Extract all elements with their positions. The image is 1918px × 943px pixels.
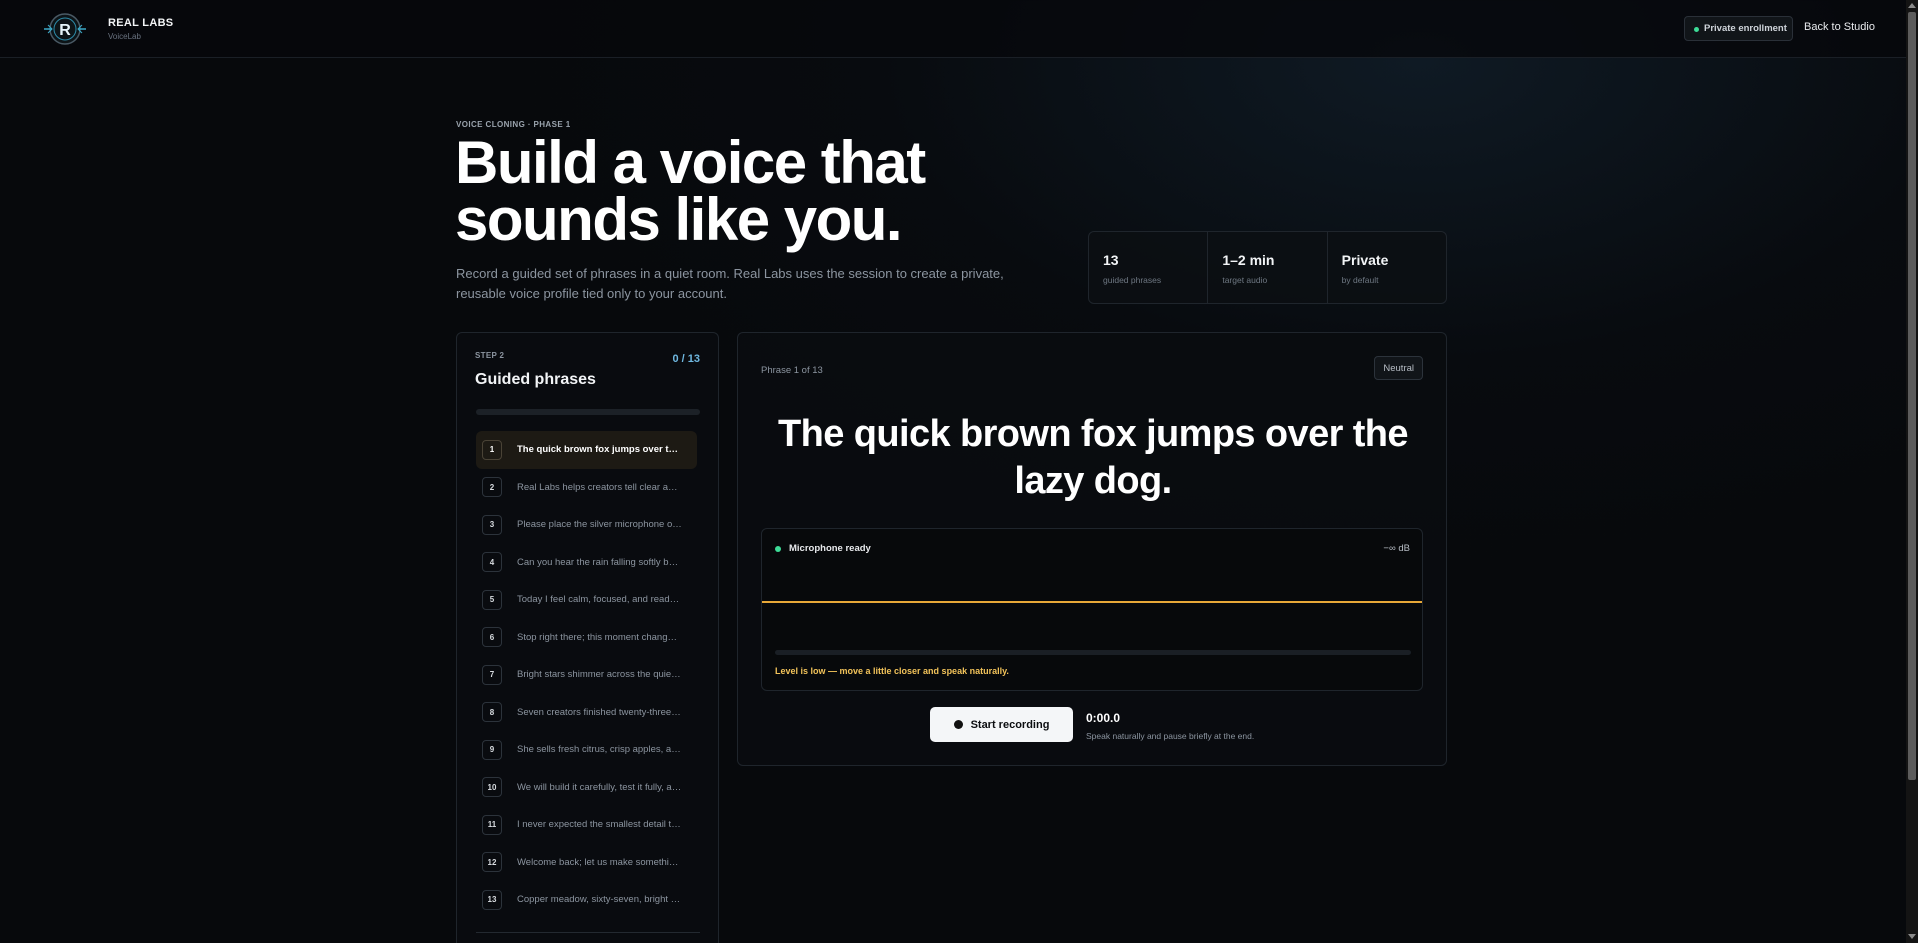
phrase-list-item[interactable]: 5 Today I feel calm, focused, and ready t… — [476, 581, 697, 619]
stat-label: guided phrases — [1103, 275, 1162, 285]
timer-hint: Speak naturally and pause briefly at the… — [1086, 731, 1255, 741]
phrase-list: 1 The quick brown fox jumps over the lazy… — [476, 431, 697, 919]
session-stats: 13 guided phrases 1–2 min target audio P… — [1088, 231, 1447, 304]
stat-value: Private — [1341, 252, 1389, 268]
phrase-list-item[interactable]: 13 Copper meadow, sixty-seven, bright hor… — [476, 881, 697, 919]
phrase-text: Welcome back; let us make something wond… — [517, 856, 682, 868]
phrase-number: 8 — [482, 702, 502, 723]
phrase-list-item[interactable]: 10 We will build it carefully, test it fu… — [476, 769, 697, 807]
phrase-number: 7 — [482, 664, 502, 685]
phrase-list-item[interactable]: 8 Seven creators finished twenty-three pr… — [476, 694, 697, 732]
phrase-text: Copper meadow, sixty-seven, bright horiz… — [517, 894, 682, 906]
phrase-list-item[interactable]: 12 Welcome back; let us make something wo… — [476, 844, 697, 882]
recording-panel: Phrase 1 of 13 Neutral The quick brown f… — [737, 332, 1447, 766]
phrase-list-item[interactable]: 3 Please place the silver microphone on t… — [476, 506, 697, 544]
scrollbar-thumb[interactable] — [1908, 12, 1916, 780]
phrase-text: Can you hear the rain falling softly bey… — [517, 556, 682, 568]
tone-badge: Neutral — [1374, 356, 1423, 380]
phrase-list-item[interactable]: 1 The quick brown fox jumps over the lazy… — [476, 431, 697, 469]
mic-status: Microphone ready — [789, 543, 871, 554]
step-label: STEP 2 — [475, 351, 505, 360]
db-readout: −∞ dB — [1383, 543, 1410, 554]
phrase-text: The quick brown fox jumps over the lazy … — [517, 444, 682, 456]
phase-eyebrow: VOICE CLONING · PHASE 1 — [456, 120, 571, 129]
stat-label: by default — [1341, 275, 1379, 285]
phrase-number: 11 — [482, 814, 502, 835]
phrase-counter: Phrase 1 of 13 — [761, 365, 823, 376]
phrase-number: 5 — [482, 589, 502, 610]
back-to-studio-link[interactable]: Back to Studio — [1804, 21, 1875, 33]
scroll-down-arrow-icon[interactable] — [1908, 934, 1916, 939]
stat-label: target audio — [1222, 275, 1268, 285]
brand-name: REAL LABS — [108, 17, 174, 29]
phrase-text: Today I feel calm, focused, and ready to… — [517, 594, 682, 606]
phrase-number: 1 — [482, 439, 502, 460]
level-warning: Level is low — move a little closer and … — [775, 666, 1009, 676]
start-recording-label: Start recording — [970, 718, 1050, 731]
stat-phrases: 13 guided phrases — [1089, 232, 1209, 303]
phrase-number: 10 — [482, 777, 502, 798]
phrase-number: 12 — [482, 852, 502, 873]
real-labs-logo-icon[interactable]: R — [40, 9, 90, 49]
phrase-number: 9 — [482, 739, 502, 760]
phrase-text: She sells fresh citrus, crisp apples, an… — [517, 744, 682, 756]
phrase-text: I never expected the smallest detail to … — [517, 819, 682, 831]
phrase-text: We will build it carefully, test it full… — [517, 781, 682, 793]
phrase-number: 4 — [482, 552, 502, 573]
phrase-number: 6 — [482, 627, 502, 648]
phrase-list-item[interactable]: 6 Stop right there; this moment changes e… — [476, 619, 697, 657]
mic-status-dot-icon — [775, 546, 781, 552]
scroll-up-arrow-icon[interactable] — [1908, 3, 1916, 8]
guided-phrases-title: Guided phrases — [475, 371, 596, 388]
phrase-progress-count: 0 / 13 — [672, 353, 700, 365]
stat-value: 13 — [1103, 252, 1119, 268]
private-enrollment-label: Private enrollment — [1704, 23, 1787, 34]
page-scrollbar[interactable] — [1906, 0, 1918, 943]
stat-value: 1–2 min — [1222, 252, 1275, 268]
page-description: Record a guided set of phrases in a quie… — [456, 266, 1004, 301]
stat-privacy: Private by default — [1328, 232, 1446, 303]
phrase-list-item[interactable]: 7 Bright stars shimmer across the quiet e… — [476, 656, 697, 694]
waveform-line — [762, 601, 1422, 603]
audio-level-meter: Microphone ready −∞ dB Level is low — mo… — [761, 528, 1423, 691]
brand-subtitle: VoiceLab — [108, 32, 141, 41]
recording-timer: 0:00.0 — [1086, 711, 1121, 725]
input-level-bar — [775, 650, 1411, 655]
phrase-list-item[interactable]: 11 I never expected the smallest detail t… — [476, 806, 697, 844]
phrase-list-item[interactable]: 9 She sells fresh citrus, crisp apples, a… — [476, 731, 697, 769]
current-phrase: The quick brown fox jumps over the lazy … — [778, 413, 1409, 502]
phrase-number: 2 — [482, 477, 502, 498]
start-recording-button[interactable]: Start recording — [930, 707, 1073, 742]
phrase-text: Real Labs helps creators tell clear and … — [517, 481, 682, 493]
phrase-number: 13 — [482, 889, 502, 910]
record-dot-icon — [953, 720, 963, 729]
phrase-progress-bar — [476, 409, 700, 415]
phrase-text: Stop right there; this moment changes ev… — [517, 631, 682, 643]
top-navigation-bar: R REAL LABS VoiceLab Private enrollment … — [0, 0, 1906, 58]
phrase-text: Bright stars shimmer across the quiet ev… — [517, 669, 682, 681]
stat-duration: 1–2 min target audio — [1208, 232, 1328, 303]
guided-phrases-panel: STEP 2 Guided phrases 0 / 13 1 The quick … — [456, 332, 719, 943]
page-title: Build a voice that sounds like you. — [455, 129, 926, 253]
svg-text:R: R — [59, 22, 71, 39]
phrase-list-item[interactable]: 4 Can you hear the rain falling softly be… — [476, 544, 697, 582]
panel-divider — [476, 932, 700, 933]
phrase-text: Seven creators finished twenty-three pro… — [517, 706, 682, 718]
status-dot-icon — [1694, 27, 1699, 32]
phrase-list-item[interactable]: 2 Real Labs helps creators tell clear and… — [476, 469, 697, 507]
private-enrollment-badge: Private enrollment — [1684, 16, 1793, 41]
phrase-text: Please place the silver microphone on th… — [517, 519, 682, 531]
phrase-number: 3 — [482, 514, 502, 535]
